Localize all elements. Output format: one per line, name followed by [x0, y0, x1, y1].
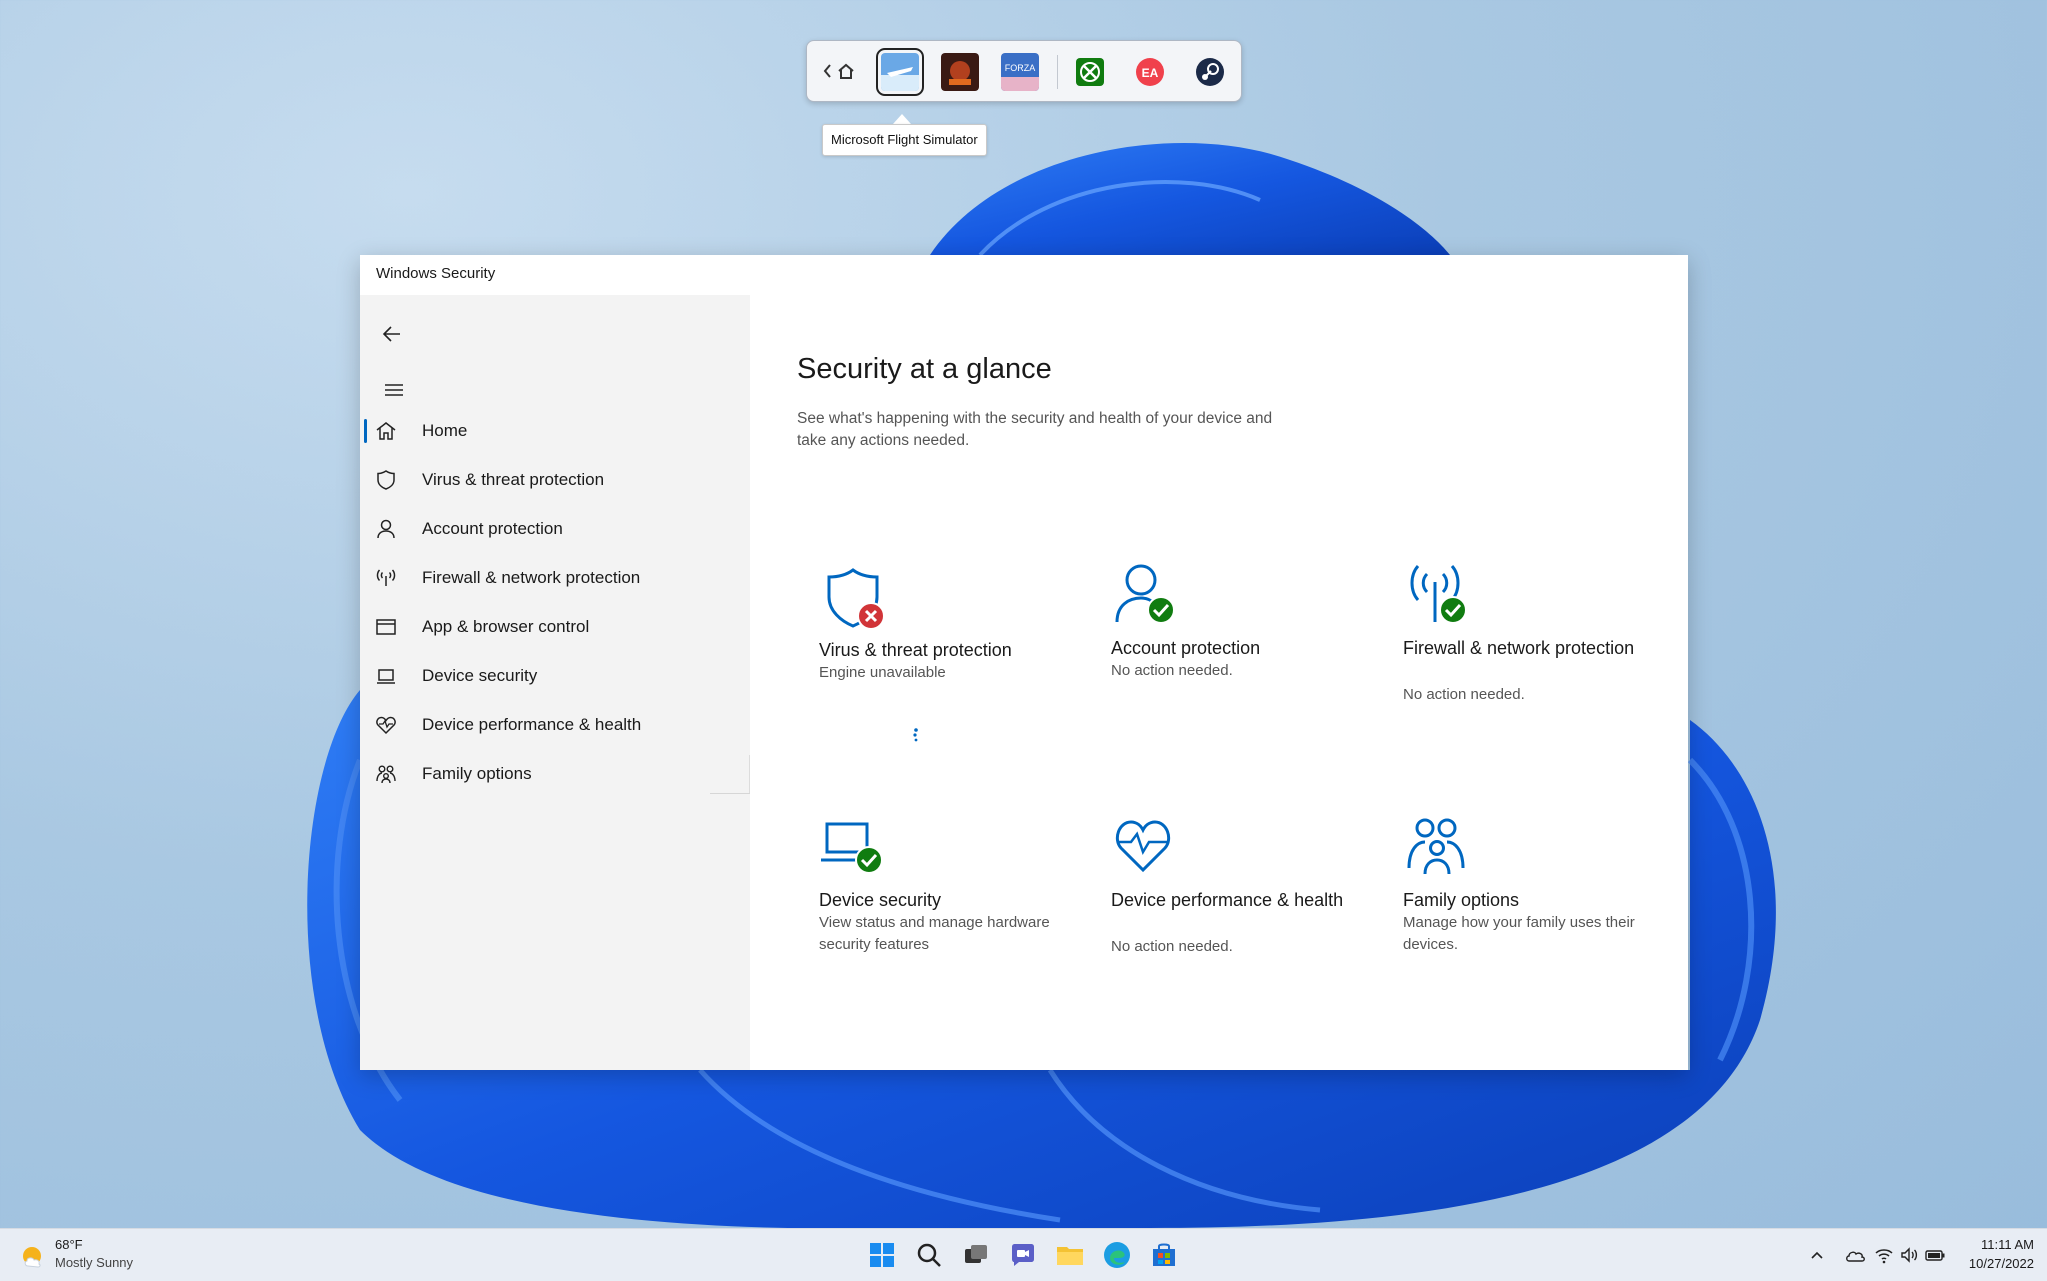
forza-tile-icon[interactable]: FORZA — [1001, 53, 1039, 91]
sidebar-item-virus-threat[interactable]: Virus & threat protection — [364, 457, 744, 503]
antenna-check-icon — [1410, 565, 1467, 624]
sidebar-item-family[interactable]: Family options — [364, 751, 744, 797]
flight-simulator-tile-icon[interactable] — [876, 48, 924, 96]
card-virus-threat[interactable]: Virus & threat protection Engine unavail… — [797, 540, 1081, 776]
heart-pulse-icon — [1115, 820, 1171, 873]
sidebar-item-label: Home — [422, 421, 468, 440]
card-description: No action needed. — [1111, 938, 1233, 955]
svg-text:FORZA: FORZA — [1005, 63, 1036, 73]
xbox-icon[interactable] — [1073, 55, 1107, 89]
card-device-security[interactable]: Device security View status and manage h… — [797, 792, 1081, 1028]
home-icon — [376, 422, 396, 440]
game-tooltip: Microsoft Flight Simulator — [822, 124, 987, 156]
heart-pulse-icon — [376, 716, 396, 735]
svg-text:EA: EA — [1142, 66, 1159, 80]
onedrive-cloud-icon[interactable] — [1844, 1244, 1866, 1266]
card-title: Account protection — [1111, 638, 1261, 658]
card-title: Family options — [1403, 890, 1520, 910]
card-device-performance[interactable]: Device performance & health No action ne… — [1089, 792, 1373, 1028]
weather-temperature: 68°F — [55, 1237, 83, 1252]
card-title: Virus & threat protection — [819, 640, 1012, 660]
active-indicator — [364, 419, 367, 443]
battery-icon[interactable] — [1924, 1244, 1946, 1266]
sidebar-item-label: App & browser control — [422, 617, 590, 636]
card-title: Device security — [819, 890, 942, 910]
game-bar-separator — [1057, 55, 1058, 89]
hamburger-menu-icon[interactable] — [374, 370, 414, 410]
wifi-icon[interactable] — [1873, 1244, 1895, 1266]
card-description: View status and manage hardware security… — [819, 914, 1050, 953]
sun-cloud-icon — [23, 1247, 41, 1268]
card-description: Engine unavailable — [819, 664, 946, 681]
person-icon — [377, 519, 395, 539]
laptop-icon — [377, 669, 395, 684]
sidebar-item-label: Device security — [422, 666, 538, 685]
back-arrow-icon[interactable] — [374, 315, 414, 355]
clock-time[interactable]: 11:11 AM — [1964, 1237, 2034, 1252]
card-description: No action needed. — [1403, 686, 1525, 703]
volume-icon[interactable] — [1898, 1244, 1920, 1266]
laptop-check-icon — [821, 822, 883, 874]
window-title: Windows Security — [376, 265, 496, 282]
card-title: Device performance & health — [1111, 890, 1344, 910]
steam-icon[interactable] — [1193, 55, 1227, 89]
windows-security-window: Windows Security Home Virus & threat pro… — [360, 255, 1688, 1070]
sidebar-item-account[interactable]: Account protection — [364, 506, 744, 552]
file-explorer-icon[interactable] — [1054, 1239, 1086, 1271]
chevron-up-icon[interactable] — [1806, 1244, 1828, 1266]
back-home-nav-icon[interactable] — [821, 57, 861, 85]
main-content: Security at a glance See what's happenin… — [750, 295, 1688, 1070]
card-title: Firewall & network protection — [1403, 638, 1635, 658]
taskbar: 68°F Mostly Sunny 11:11 AM 10/27/2022 — [0, 1228, 2047, 1281]
card-family-options[interactable]: Family options Manage how your family us… — [1381, 792, 1665, 1028]
sidebar-item-label: Virus & threat protection — [422, 470, 605, 489]
ea-icon[interactable]: EA — [1133, 55, 1167, 89]
search-icon[interactable] — [913, 1239, 945, 1271]
card-account-protection[interactable]: Account protection No action needed. — [1089, 540, 1373, 776]
card-description: No action needed. — [1111, 662, 1233, 679]
page-title: Security at a glance — [797, 353, 1052, 385]
game-tile-dark-icon[interactable] — [941, 53, 979, 91]
weather-description: Mostly Sunny — [55, 1255, 134, 1270]
antenna-icon — [376, 569, 396, 586]
game-bar-launcher: FORZA EA — [806, 40, 1242, 102]
tooltip-notch — [893, 114, 911, 124]
page-subtitle: See what's happening with the security a… — [797, 410, 1273, 449]
browser-window-icon — [376, 619, 396, 635]
loading-spinner-icon — [913, 728, 918, 742]
sidebar-item-label: Account protection — [422, 519, 563, 538]
sidebar-item-firewall[interactable]: Firewall & network protection — [364, 555, 744, 601]
task-view-icon[interactable] — [960, 1239, 992, 1271]
person-check-icon — [1115, 564, 1175, 624]
microsoft-store-icon[interactable] — [1148, 1239, 1180, 1271]
edge-browser-icon[interactable] — [1101, 1239, 1133, 1271]
family-icon — [1407, 818, 1465, 875]
card-description: Manage how your family uses their device… — [1403, 914, 1635, 953]
sidebar-item-device-security[interactable]: Device security — [364, 653, 744, 699]
sidebar-item-device-performance[interactable]: Device performance & health — [364, 702, 744, 748]
sidebar-item-home[interactable]: Home — [364, 408, 744, 454]
sidebar-item-label: Device performance & health — [422, 715, 642, 734]
shield-icon — [377, 470, 395, 490]
clock-date[interactable]: 10/27/2022 — [1952, 1256, 2034, 1271]
sidebar-item-label: Family options — [422, 764, 532, 783]
chat-icon[interactable] — [1007, 1239, 1039, 1271]
shield-error-icon — [827, 568, 885, 630]
start-button-icon[interactable] — [866, 1239, 898, 1271]
family-icon — [376, 765, 396, 784]
sidebar-item-label: Firewall & network protection — [422, 568, 641, 587]
card-firewall-network[interactable]: Firewall & network protection No action … — [1381, 540, 1665, 776]
sidebar-item-app-browser[interactable]: App & browser control — [364, 604, 744, 650]
